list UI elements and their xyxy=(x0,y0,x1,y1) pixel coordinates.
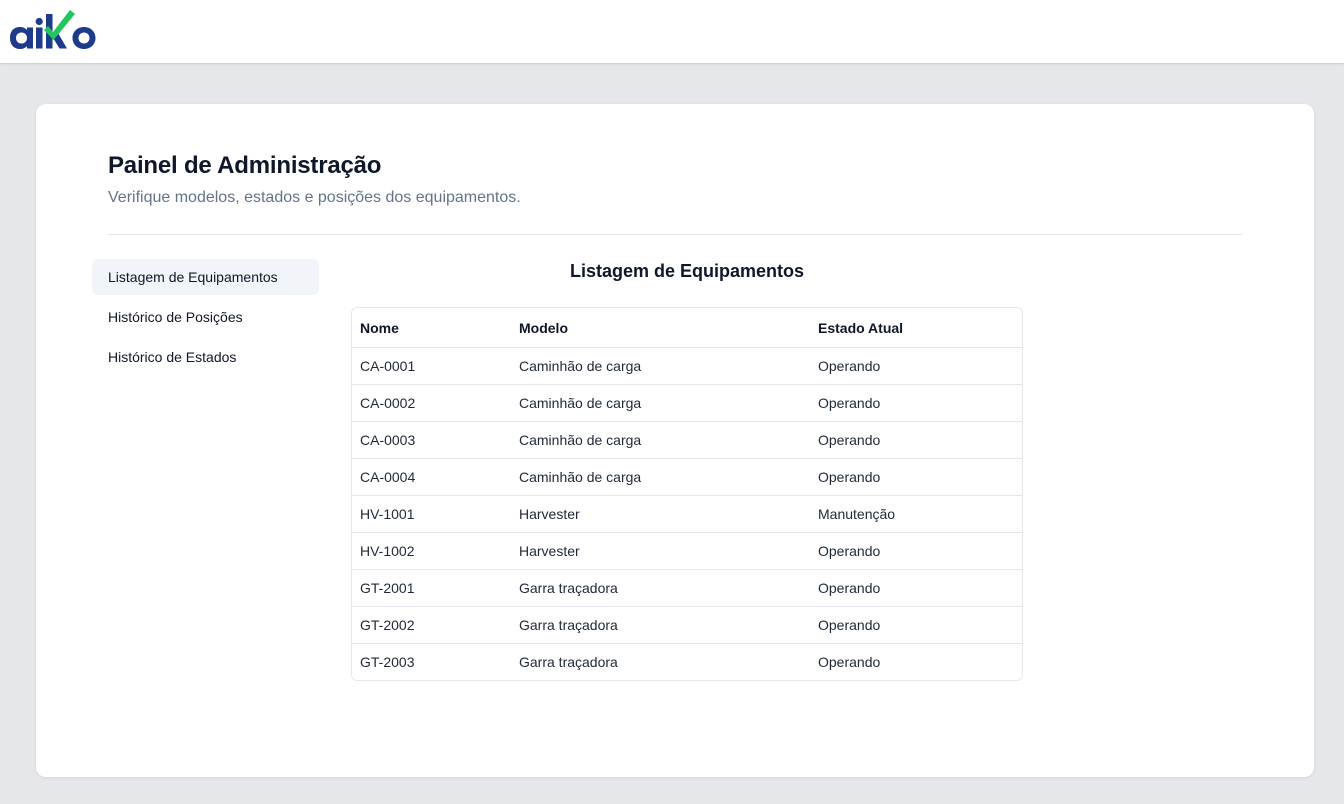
header-divider xyxy=(108,234,1242,235)
cell-state: Operando xyxy=(810,421,1022,459)
table-row: CA-0001 Caminhão de carga Operando xyxy=(352,347,1022,385)
cell-name: GT-2002 xyxy=(352,606,511,644)
table-row: GT-2001 Garra traçadora Operando xyxy=(352,569,1022,607)
cell-name: GT-2001 xyxy=(352,569,511,607)
page-subtitle: Verifique modelos, estados e posições do… xyxy=(108,189,521,206)
cell-name: GT-2003 xyxy=(360,654,415,670)
nav-item-equipment-list[interactable]: Listagem de Equipamentos xyxy=(92,259,319,295)
admin-panel-card: Painel de Administração Verifique modelo… xyxy=(36,104,1314,777)
equipment-table: Nome Modelo Estado Atual CA-0001 Caminhã… xyxy=(351,307,1023,681)
cell-model: Caminhão de carga xyxy=(511,384,810,422)
cell-state: Operando xyxy=(810,569,1022,607)
cell-name: CA-0002 xyxy=(352,384,511,422)
cell-name: CA-0004 xyxy=(352,458,511,496)
cell-name: CA-0001 xyxy=(352,347,511,385)
page-title: Painel de Administração xyxy=(108,152,382,179)
cell-state: Operando xyxy=(818,654,881,670)
cell-state: Operando xyxy=(810,384,1022,422)
table-row: GT-2003 Garra traçadora Operando xyxy=(352,644,1022,681)
cell-name: HV-1001 xyxy=(352,495,511,533)
nav-item-position-history[interactable]: Histórico de Posições xyxy=(92,299,319,335)
table-row: HV-1002 Harvester Operando xyxy=(352,532,1022,570)
table-row: CA-0003 Caminhão de carga Operando xyxy=(352,421,1022,459)
nav-item-state-history[interactable]: Histórico de Estados xyxy=(92,339,319,375)
table-row: HV-1001 Harvester Manutenção xyxy=(352,495,1022,533)
cell-name: CA-0003 xyxy=(352,421,511,459)
table-header-row: Nome Modelo Estado Atual xyxy=(352,308,1022,348)
column-header-name: Nome xyxy=(352,308,511,348)
cell-state: Operando xyxy=(810,606,1022,644)
cell-model: Garra traçadora xyxy=(511,569,810,607)
section-title: Listagem de Equipamentos xyxy=(569,261,805,281)
cell-model: Caminhão de carga xyxy=(511,458,810,496)
column-header-state: Estado Atual xyxy=(810,308,1022,348)
top-bar xyxy=(0,0,1344,64)
table-row: CA-0002 Caminhão de carga Operando xyxy=(352,384,1022,422)
cell-state: Operando xyxy=(810,347,1022,385)
cell-model: Harvester xyxy=(511,495,810,533)
column-header-model: Modelo xyxy=(511,308,810,348)
side-nav: Listagem de Equipamentos Histórico de Po… xyxy=(92,259,319,379)
cell-model: Harvester xyxy=(511,532,810,570)
table-row: CA-0004 Caminhão de carga Operando xyxy=(352,458,1022,496)
cell-model: Garra traçadora xyxy=(519,654,618,670)
cell-model: Caminhão de carga xyxy=(511,347,810,385)
cell-state: Manutenção xyxy=(810,495,1022,533)
cell-state: Operando xyxy=(810,458,1022,496)
cell-model: Garra traçadora xyxy=(511,606,810,644)
cell-name: HV-1002 xyxy=(352,532,511,570)
table-row: GT-2002 Garra traçadora Operando xyxy=(352,606,1022,644)
cell-state: Operando xyxy=(810,532,1022,570)
cell-model: Caminhão de carga xyxy=(511,421,810,459)
aiko-logo[interactable] xyxy=(8,6,104,54)
